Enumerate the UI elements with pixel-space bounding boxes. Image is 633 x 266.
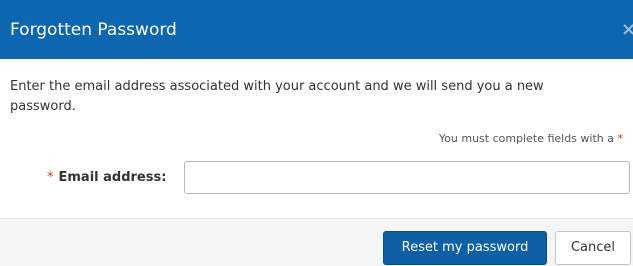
dialog-footer: Reset my password Cancel xyxy=(0,218,633,266)
email-label: * Email address: xyxy=(47,169,166,187)
instructions-text: Enter the email address associated with … xyxy=(10,79,544,114)
required-note-text: You must complete fields with a xyxy=(438,132,614,145)
dialog-title: Forgotten Password xyxy=(10,20,177,40)
dialog-header: Forgotten Password × xyxy=(0,0,633,59)
required-asterisk: * xyxy=(617,132,624,145)
email-input[interactable] xyxy=(184,161,630,194)
cancel-button[interactable]: Cancel xyxy=(555,231,631,265)
email-required-asterisk: * xyxy=(47,170,54,185)
reset-password-button[interactable]: Reset my password xyxy=(383,231,547,265)
email-label-text: Email address: xyxy=(58,170,167,185)
forgotten-password-dialog: Forgotten Password × Enter the email add… xyxy=(0,0,633,266)
close-icon[interactable]: × xyxy=(621,22,633,38)
required-fields-note: You must complete fields with a * xyxy=(439,131,623,147)
